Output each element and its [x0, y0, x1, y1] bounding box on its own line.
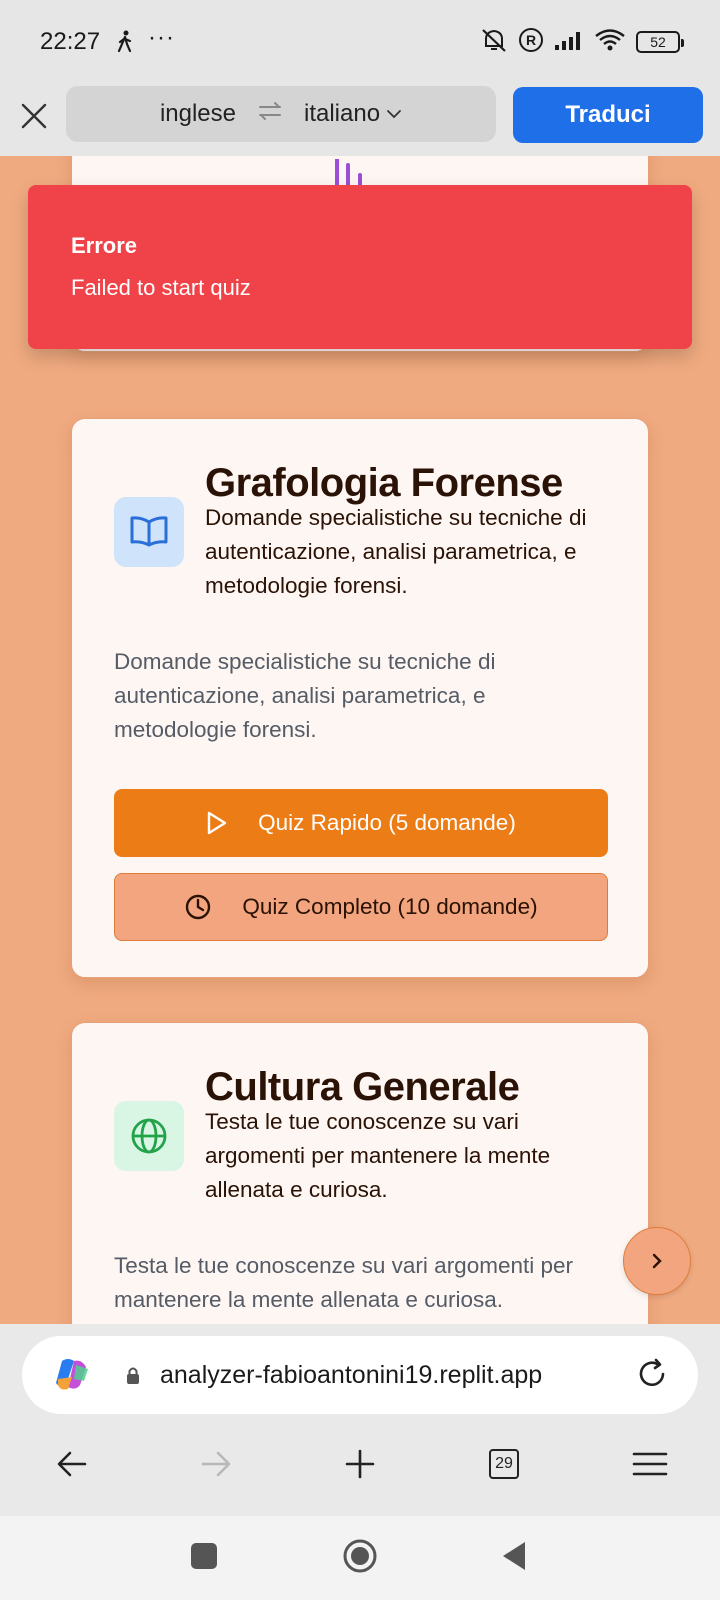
back-nav-icon[interactable] — [500, 1540, 528, 1577]
full-quiz-button[interactable]: Quiz Completo (10 domande) — [114, 873, 608, 941]
toast-title: Errore — [71, 233, 138, 258]
recents-icon[interactable] — [190, 1542, 218, 1575]
swap-languages-icon[interactable] — [258, 100, 282, 128]
tabs-button[interactable]: 29 — [484, 1444, 524, 1484]
card-description: Testa le tue conoscenze su vari argoment… — [114, 1253, 573, 1312]
wifi-icon — [594, 28, 626, 57]
error-toast[interactable]: Errore Failed to start quiz — [28, 185, 692, 349]
home-icon[interactable] — [342, 1538, 378, 1579]
browser-url-area: analyzer-fabioantonini19.replit.app — [0, 1324, 720, 1416]
clock-icon — [186, 894, 211, 920]
target-language-dropdown[interactable]: italiano — [304, 100, 402, 128]
battery-level: 52 — [650, 34, 666, 50]
copilot-icon[interactable] — [52, 1355, 92, 1400]
target-language: italiano — [304, 100, 381, 127]
next-button[interactable] — [623, 1227, 691, 1295]
url-text[interactable]: analyzer-fabioantonini19.replit.app — [160, 1361, 542, 1390]
language-selector[interactable]: inglese italiano — [66, 86, 496, 142]
forward-icon[interactable] — [196, 1444, 236, 1484]
book-icon — [114, 497, 184, 567]
r-icon: R — [518, 27, 544, 58]
translate-button[interactable]: Traduci — [513, 87, 703, 143]
chevron-down-icon — [387, 110, 401, 119]
url-bar[interactable]: analyzer-fabioantonini19.replit.app — [22, 1336, 698, 1414]
new-tab-icon[interactable] — [340, 1444, 380, 1484]
source-language[interactable]: inglese — [160, 100, 236, 128]
status-time: 22:27 — [40, 28, 101, 55]
quiz-card-grafologia: Grafologia Forense Domande specialistich… — [71, 418, 649, 978]
system-nav-bar — [0, 1516, 720, 1600]
battery-icon: 52 — [636, 31, 684, 53]
play-icon — [207, 811, 227, 835]
browser-nav-bar: 29 — [0, 1416, 720, 1516]
tab-count: 29 — [489, 1449, 519, 1479]
quick-quiz-button[interactable]: Quiz Rapido (5 domande) — [114, 789, 608, 857]
status-dots: ··· — [148, 24, 175, 51]
status-bar: 22:27 ··· R 52 — [0, 0, 720, 88]
mute-icon — [480, 27, 508, 58]
card-title: Grafologia Forense — [205, 461, 563, 505]
lock-icon — [125, 1366, 141, 1391]
svg-text:R: R — [526, 32, 536, 48]
menu-icon[interactable] — [630, 1444, 670, 1484]
walking-icon — [116, 30, 134, 59]
signal-icon — [554, 29, 584, 56]
translate-bar: inglese italiano Traduci — [0, 80, 720, 156]
quiz-card-cultura: Cultura Generale Testa le tue conoscenze… — [71, 1022, 649, 1324]
toast-message: Failed to start quiz — [71, 275, 251, 300]
status-icons: R 52 — [480, 27, 684, 58]
quick-quiz-label: Quiz Rapido (5 domande) — [258, 810, 516, 835]
card-subtitle: Domande specialistiche su tecniche di au… — [205, 505, 587, 598]
card-description: Domande specialistiche su tecniche di au… — [114, 649, 496, 742]
full-quiz-label: Quiz Completo (10 domande) — [242, 894, 538, 919]
back-icon[interactable] — [52, 1444, 92, 1484]
card-title: Cultura Generale — [205, 1065, 520, 1109]
globe-icon — [114, 1101, 184, 1171]
close-icon[interactable] — [18, 100, 50, 132]
chevron-right-icon — [652, 1253, 662, 1269]
card-subtitle: Testa le tue conoscenze su vari argoment… — [205, 1109, 551, 1202]
reload-icon[interactable] — [634, 1356, 670, 1397]
